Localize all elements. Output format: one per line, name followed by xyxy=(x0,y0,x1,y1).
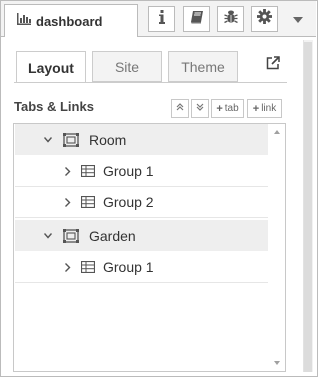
dashboard-tab-icon xyxy=(63,132,79,147)
chevron-right-icon[interactable] xyxy=(63,196,73,208)
tree-group-row[interactable]: Group 1 xyxy=(15,156,268,187)
scroll-down-arrow-icon[interactable] xyxy=(274,361,280,365)
expand-all-button[interactable] xyxy=(191,99,209,118)
tree-scrollbar[interactable] xyxy=(271,125,284,370)
panel-scrollbar-thumb[interactable] xyxy=(304,42,312,372)
info-button[interactable] xyxy=(148,6,175,32)
tab-theme-label: Theme xyxy=(181,58,225,75)
bug-icon xyxy=(223,9,238,29)
tree-tab-row[interactable]: Garden xyxy=(15,220,268,251)
gear-icon xyxy=(257,9,272,29)
tree-group-row[interactable]: Group 2 xyxy=(15,187,268,218)
double-chevron-down-icon xyxy=(196,103,204,114)
open-dashboard-link[interactable] xyxy=(263,55,283,75)
chevron-right-icon[interactable] xyxy=(63,165,73,177)
help-book-button[interactable] xyxy=(183,6,210,32)
settings-button[interactable] xyxy=(251,6,278,32)
sidebar-tab-label: dashboard xyxy=(36,13,103,29)
add-link-button[interactable]: + link xyxy=(247,99,282,118)
chevron-down-icon[interactable] xyxy=(43,134,53,146)
plus-icon: + xyxy=(216,102,223,115)
info-icon xyxy=(158,9,166,29)
tab-site-label: Site xyxy=(114,58,140,75)
tree-tab-row[interactable]: Room xyxy=(15,124,268,155)
tab-layout[interactable]: Layout xyxy=(16,51,86,83)
external-link-icon xyxy=(266,55,280,75)
table-icon xyxy=(81,196,95,208)
tree-group-label: Group 1 xyxy=(103,259,154,275)
debug-button[interactable] xyxy=(217,6,244,32)
double-chevron-up-icon xyxy=(176,103,184,114)
tab-theme[interactable]: Theme xyxy=(168,51,238,82)
table-icon xyxy=(81,261,95,273)
tabs-links-tree: Room Group 1 Group 2 Garden Group 1 xyxy=(13,123,286,372)
book-icon xyxy=(190,10,204,29)
chevron-down-icon[interactable] xyxy=(43,230,53,242)
tab-site[interactable]: Site xyxy=(92,51,162,82)
sidebar-tab-dashboard[interactable]: dashboard xyxy=(4,4,138,37)
dashboard-tab-icon xyxy=(63,228,79,243)
subtab-divider xyxy=(14,82,287,83)
tab-layout-label: Layout xyxy=(28,59,74,76)
add-tab-button[interactable]: + tab xyxy=(211,99,244,118)
tree-group-label: Group 2 xyxy=(103,194,154,210)
section-title: Tabs & Links xyxy=(14,99,94,114)
tree-group-row[interactable]: Group 1 xyxy=(15,252,268,283)
caret-down-icon xyxy=(293,10,303,28)
table-icon xyxy=(81,165,95,177)
add-tab-label: tab xyxy=(224,103,239,114)
plus-icon: + xyxy=(252,102,260,115)
add-link-label: link xyxy=(261,103,277,114)
tree-tab-label: Garden xyxy=(89,227,136,244)
collapse-all-button[interactable] xyxy=(171,99,189,118)
chevron-right-icon[interactable] xyxy=(63,261,73,273)
bar-chart-icon xyxy=(17,12,31,30)
sidebar-menu-dropdown[interactable] xyxy=(284,6,312,32)
scroll-up-arrow-icon[interactable] xyxy=(274,130,280,134)
tree-group-label: Group 1 xyxy=(103,163,154,179)
tree-tab-label: Room xyxy=(89,131,127,148)
